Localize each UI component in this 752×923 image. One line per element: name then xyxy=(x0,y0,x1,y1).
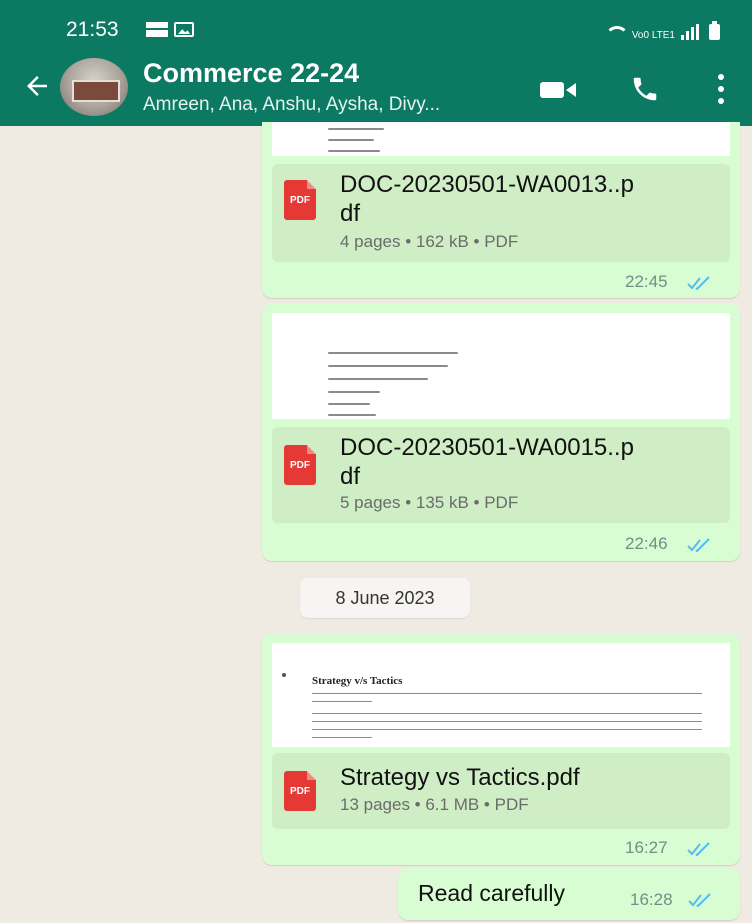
status-bar: 21:53 Vo0 LTE1 xyxy=(0,0,752,50)
file-name-line: df xyxy=(340,200,361,227)
file-name: DOC-20230501-WA0013..p df xyxy=(340,170,634,228)
voice-call-icon[interactable] xyxy=(630,74,660,104)
date-divider: 8 June 2023 xyxy=(300,578,470,618)
message-bubble[interactable]: PDF DOC-20230501-WA0013..p df 4 pages • … xyxy=(262,122,740,298)
status-time: 21:53 xyxy=(66,18,119,41)
double-check-icon xyxy=(687,276,710,290)
file-meta: 4 pages • 162 kB • PDF xyxy=(340,232,519,251)
preview-line xyxy=(328,414,376,416)
preview-line xyxy=(328,403,370,405)
pdf-file-icon: PDF xyxy=(284,771,316,811)
back-arrow-icon[interactable] xyxy=(22,71,52,101)
file-card[interactable]: PDF DOC-20230501-WA0015..p df 5 pages • … xyxy=(272,427,730,523)
file-card[interactable]: PDF Strategy vs Tactics.pdf 13 pages • 6… xyxy=(272,753,730,829)
preview-line xyxy=(328,352,458,354)
preview-line xyxy=(312,693,702,694)
message-time: 22:45 xyxy=(625,272,668,291)
double-check-icon xyxy=(687,842,710,856)
preview-line xyxy=(328,391,380,393)
file-name: DOC-20230501-WA0015..p df xyxy=(340,433,634,491)
message-bubble[interactable]: PDF DOC-20230501-WA0015..p df 5 pages • … xyxy=(262,303,740,561)
group-avatar[interactable] xyxy=(60,58,128,116)
message-time: 22:46 xyxy=(625,534,668,553)
message-time: 16:28 xyxy=(630,890,673,909)
group-members[interactable]: Amreen, Ana, Anshu, Aysha, Divy... xyxy=(143,94,440,116)
preview-line xyxy=(312,701,372,702)
more-options-icon[interactable] xyxy=(714,74,728,104)
pdf-file-icon: PDF xyxy=(284,445,316,485)
status-indicators: Vo0 LTE1 xyxy=(604,20,720,41)
group-title[interactable]: Commerce 22-24 xyxy=(143,58,359,89)
double-check-icon xyxy=(687,538,710,552)
signal-icon xyxy=(681,24,699,40)
message-bubble[interactable]: Read carefully 16:28 xyxy=(398,868,740,920)
notification-icon xyxy=(146,22,168,37)
preview-line xyxy=(328,378,428,380)
preview-line xyxy=(312,729,702,730)
document-preview[interactable] xyxy=(272,313,730,419)
preview-line xyxy=(328,128,384,130)
network-label: Vo0 LTE1 xyxy=(631,30,675,41)
document-preview[interactable] xyxy=(272,122,730,156)
wifi-icon xyxy=(604,24,629,40)
preview-line xyxy=(328,150,380,152)
chat-header: 21:53 Vo0 LTE1 Commerce 22-24 Amreen, An… xyxy=(0,0,752,126)
preview-line xyxy=(312,737,372,738)
preview-line xyxy=(328,365,448,367)
preview-line xyxy=(312,713,702,714)
pdf-file-icon: PDF xyxy=(284,180,316,220)
file-name-line: DOC-20230501-WA0015..p xyxy=(340,434,634,461)
video-call-icon[interactable] xyxy=(540,80,576,100)
file-meta: 13 pages • 6.1 MB • PDF xyxy=(340,795,529,814)
message-time: 16:27 xyxy=(625,838,668,857)
document-preview[interactable]: Strategy v/s Tactics xyxy=(272,643,730,747)
file-name: Strategy vs Tactics.pdf xyxy=(340,764,580,791)
battery-icon xyxy=(709,21,720,40)
gallery-icon xyxy=(174,22,194,37)
file-card[interactable]: PDF DOC-20230501-WA0013..p df 4 pages • … xyxy=(272,164,730,262)
preview-line xyxy=(328,139,374,141)
message-bubble[interactable]: Strategy v/s Tactics PDF Strategy vs Tac… xyxy=(262,633,740,865)
preview-line xyxy=(312,721,702,722)
preview-title: Strategy v/s Tactics xyxy=(312,675,403,687)
bullet-icon xyxy=(282,673,286,677)
file-name-line: DOC-20230501-WA0013..p xyxy=(340,171,634,198)
double-check-icon xyxy=(688,893,711,907)
file-meta: 5 pages • 135 kB • PDF xyxy=(340,493,519,512)
message-text: Read carefully xyxy=(418,880,566,906)
file-name-line: df xyxy=(340,463,361,490)
